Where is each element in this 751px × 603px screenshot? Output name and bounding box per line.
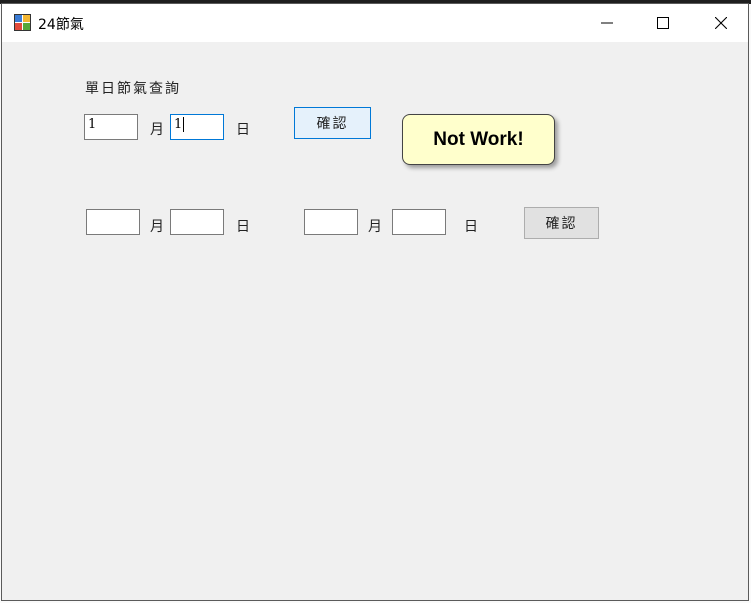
range-confirm-button[interactable]: 確認 bbox=[524, 207, 599, 239]
maximize-button[interactable] bbox=[634, 4, 692, 42]
single-day-heading: 單日節氣查詢 bbox=[85, 81, 181, 97]
single-month-input[interactable]: 1 bbox=[84, 114, 138, 140]
single-month-unit: 月 bbox=[150, 122, 164, 138]
range-from-day-unit: 日 bbox=[236, 219, 250, 235]
close-icon bbox=[715, 17, 727, 29]
not-work-callout: Not Work! bbox=[402, 114, 555, 165]
single-confirm-button[interactable]: 確認 bbox=[294, 107, 371, 139]
app-window: 24節氣 單日節氣查詢 1 月 1 日 確認 Not Work! 月 日 月 日… bbox=[1, 3, 749, 601]
minimize-button[interactable] bbox=[578, 4, 636, 42]
close-button[interactable] bbox=[692, 4, 748, 42]
single-month-value: 1 bbox=[88, 117, 97, 132]
title-bar: 24節氣 bbox=[2, 4, 748, 42]
single-day-unit: 日 bbox=[236, 122, 250, 138]
app-icon bbox=[14, 14, 32, 32]
range-to-month-unit: 月 bbox=[368, 219, 382, 235]
range-from-month-input[interactable] bbox=[86, 209, 140, 235]
minimize-icon bbox=[601, 22, 613, 24]
range-to-month-input[interactable] bbox=[304, 209, 358, 235]
range-from-day-input[interactable] bbox=[170, 209, 224, 235]
window-title: 24節氣 bbox=[38, 17, 84, 33]
maximize-icon bbox=[657, 17, 669, 29]
range-from-month-unit: 月 bbox=[150, 219, 164, 235]
client-area: 單日節氣查詢 1 月 1 日 確認 Not Work! 月 日 月 日 確認 bbox=[2, 42, 748, 600]
single-day-input[interactable]: 1 bbox=[170, 114, 224, 140]
single-day-value: 1 bbox=[174, 117, 183, 132]
range-to-day-input[interactable] bbox=[392, 209, 446, 235]
text-caret bbox=[183, 117, 185, 132]
range-to-day-unit: 日 bbox=[464, 219, 478, 235]
